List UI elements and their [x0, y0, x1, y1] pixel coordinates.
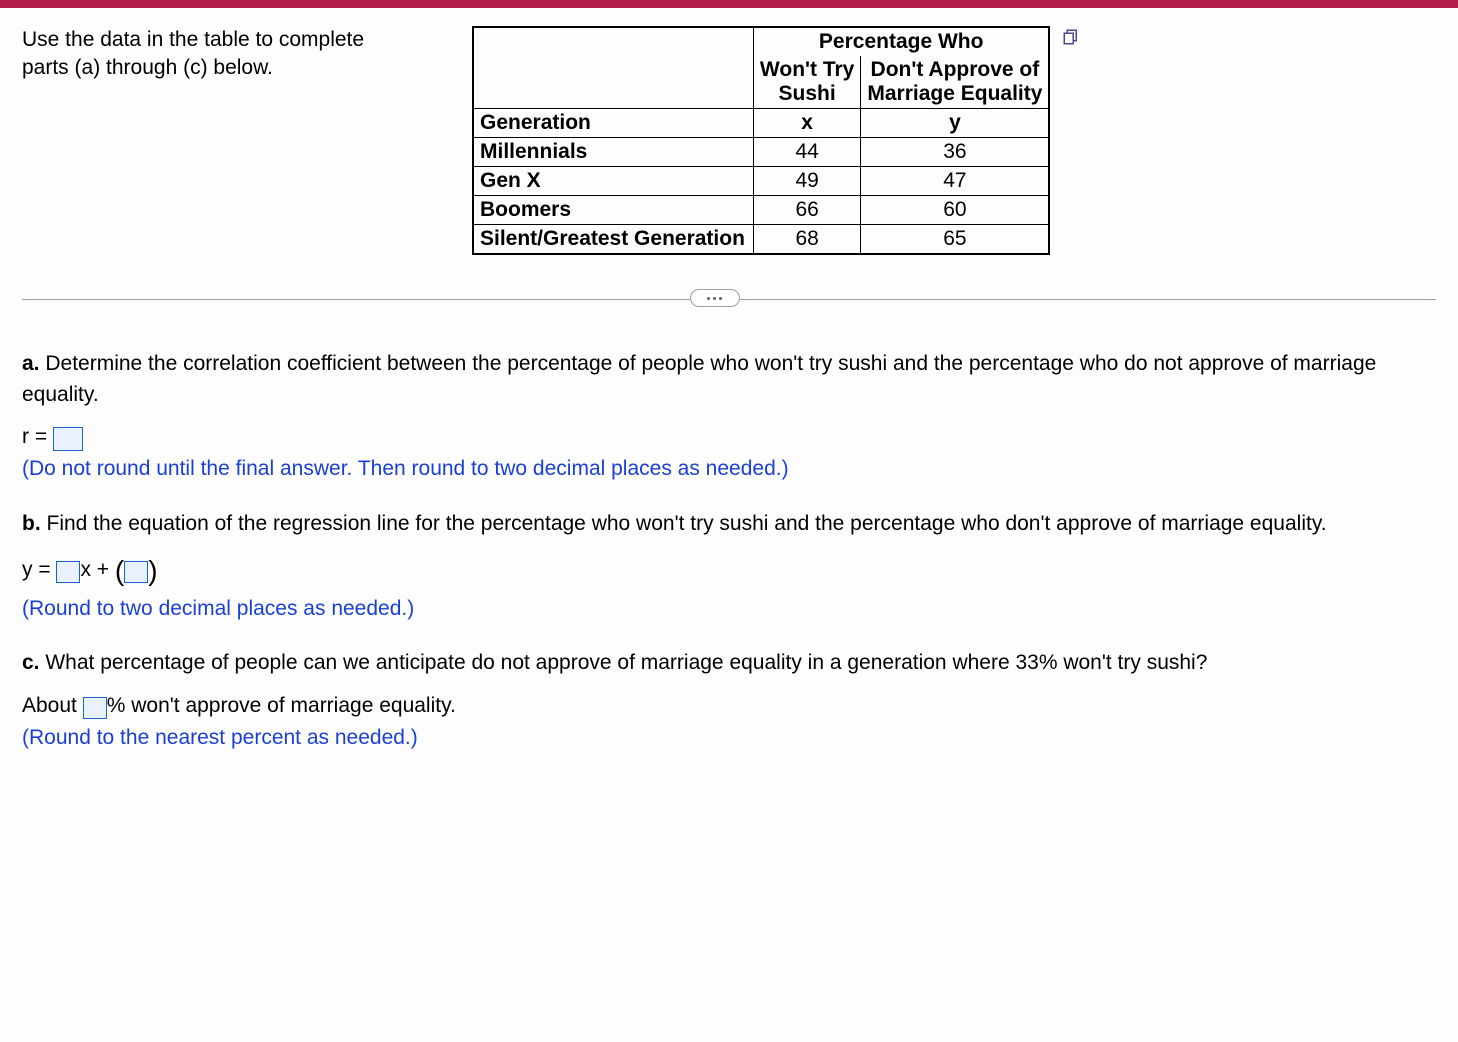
- section-divider: [22, 289, 1436, 309]
- row-label: Gen X: [473, 167, 753, 196]
- y-equals: y =: [22, 558, 51, 581]
- part-c-text: c. What percentage of people can we anti…: [22, 648, 1436, 678]
- x-var-label: x: [753, 109, 860, 138]
- col1-header: Won't Try Sushi: [753, 56, 860, 109]
- part-c-body: What percentage of people can we anticip…: [40, 651, 1208, 674]
- col2-bot: Marriage Equality: [867, 82, 1042, 105]
- percent-input[interactable]: [83, 697, 107, 719]
- top-row: Use the data in the table to complete pa…: [22, 26, 1436, 255]
- cell-y: 65: [861, 225, 1050, 255]
- part-b-hint: (Round to two decimal places as needed.): [22, 594, 1436, 624]
- cell-x: 49: [753, 167, 860, 196]
- page-content: Use the data in the table to complete pa…: [0, 8, 1458, 808]
- cell-y: 60: [861, 196, 1050, 225]
- cell-x: 68: [753, 225, 860, 255]
- part-a-label: a.: [22, 352, 40, 375]
- cell-x: 66: [753, 196, 860, 225]
- part-c: c. What percentage of people can we anti…: [22, 648, 1436, 753]
- cell-y: 36: [861, 138, 1050, 167]
- part-a-hint: (Do not round until the final answer. Th…: [22, 454, 1436, 484]
- row-header-generation: Generation: [473, 109, 753, 138]
- col2-header: Don't Approve of Marriage Equality: [861, 56, 1050, 109]
- table-corner: [473, 27, 753, 109]
- col1-top: Won't Try: [760, 58, 854, 81]
- part-c-answer: About % won't approve of marriage equali…: [22, 691, 1436, 721]
- problem-prompt: Use the data in the table to complete pa…: [22, 26, 402, 83]
- top-accent-bar: [0, 0, 1458, 8]
- part-a: a. Determine the correlation coefficient…: [22, 349, 1436, 485]
- part-c-label: c.: [22, 651, 40, 674]
- table-span-header: Percentage Who: [753, 27, 1049, 56]
- row-label: Millennials: [473, 138, 753, 167]
- r-input[interactable]: [53, 427, 83, 451]
- open-paren: (: [115, 555, 124, 586]
- table-row: Boomers 66 60: [473, 196, 1049, 225]
- close-paren: ): [148, 555, 157, 586]
- table-row: Gen X 49 47: [473, 167, 1049, 196]
- cell-y: 47: [861, 167, 1050, 196]
- part-b-text: b. Find the equation of the regression l…: [22, 509, 1436, 539]
- data-table: Percentage Who Won't Try Sushi Don't App…: [472, 26, 1050, 255]
- col2-top: Don't Approve of: [871, 58, 1040, 81]
- part-a-text: a. Determine the correlation coefficient…: [22, 349, 1436, 410]
- post-text: % won't approve of marriage equality.: [107, 694, 456, 717]
- expand-pill-button[interactable]: [690, 289, 740, 307]
- col1-bot: Sushi: [779, 82, 836, 105]
- cell-x: 44: [753, 138, 860, 167]
- part-a-body: Determine the correlation coefficient be…: [22, 352, 1376, 405]
- table-row: Millennials 44 36: [473, 138, 1049, 167]
- part-b: b. Find the equation of the regression l…: [22, 509, 1436, 624]
- row-label: Boomers: [473, 196, 753, 225]
- part-a-answer: r =: [22, 422, 1436, 452]
- about-text: About: [22, 694, 77, 717]
- x-plus: x +: [80, 558, 109, 581]
- row-label: Silent/Greatest Generation: [473, 225, 753, 255]
- table-row: Silent/Greatest Generation 68 65: [473, 225, 1049, 255]
- part-b-label: b.: [22, 512, 41, 535]
- copy-table-icon[interactable]: [1062, 28, 1080, 46]
- intercept-input[interactable]: [124, 561, 148, 583]
- data-table-wrap: Percentage Who Won't Try Sushi Don't App…: [472, 26, 1050, 255]
- row-label-text: Silent/Greatest Generation: [480, 227, 745, 250]
- slope-input[interactable]: [56, 561, 80, 583]
- r-equals: r =: [22, 425, 47, 448]
- part-b-answer: y = x + (): [22, 551, 1436, 592]
- y-var-label: y: [861, 109, 1050, 138]
- part-b-body: Find the equation of the regression line…: [41, 512, 1327, 535]
- part-c-hint: (Round to the nearest percent as needed.…: [22, 723, 1436, 753]
